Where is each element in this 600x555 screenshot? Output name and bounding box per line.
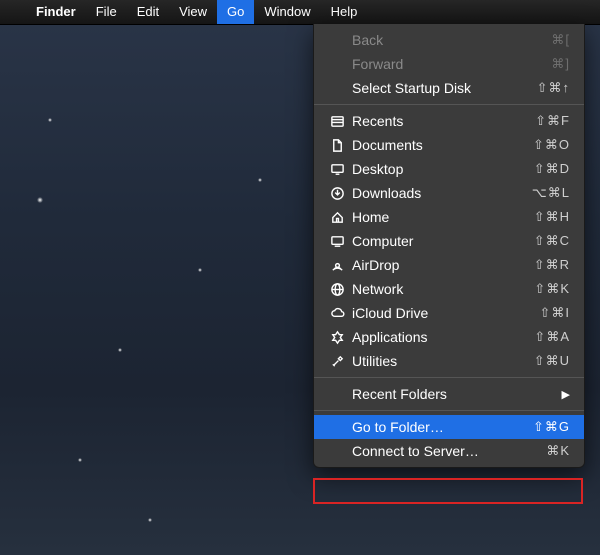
menubar: Finder File Edit View Go Window Help bbox=[0, 0, 600, 25]
menu-item-applications[interactable]: Applications ⇧⌘A bbox=[314, 325, 584, 349]
menu-separator bbox=[314, 410, 584, 411]
menu-item-computer[interactable]: Computer ⇧⌘C bbox=[314, 229, 584, 253]
menu-shortcut: ⌘] bbox=[551, 56, 570, 72]
menu-shortcut: ⇧⌘U bbox=[534, 353, 570, 369]
menu-separator bbox=[314, 377, 584, 378]
menu-shortcut: ⇧⌘F bbox=[535, 113, 570, 129]
menu-separator bbox=[314, 104, 584, 105]
menu-item-desktop[interactable]: Desktop ⇧⌘D bbox=[314, 157, 584, 181]
menubar-app[interactable]: Finder bbox=[26, 0, 86, 24]
menu-label: Forward bbox=[326, 56, 551, 72]
menubar-item-file[interactable]: File bbox=[86, 0, 127, 24]
menu-item-icloud[interactable]: iCloud Drive ⇧⌘I bbox=[314, 301, 584, 325]
menu-item-network[interactable]: Network ⇧⌘K bbox=[314, 277, 584, 301]
menu-item-airdrop[interactable]: AirDrop ⇧⌘R bbox=[314, 253, 584, 277]
go-menu-dropdown: Back ⌘[ Forward ⌘] Select Startup Disk ⇧… bbox=[313, 24, 585, 468]
menu-shortcut: ⇧⌘R bbox=[534, 257, 570, 273]
menu-item-documents[interactable]: Documents ⇧⌘O bbox=[314, 133, 584, 157]
airdrop-icon bbox=[326, 258, 348, 273]
menu-shortcut: ⇧⌘I bbox=[539, 305, 570, 321]
menu-shortcut: ⇧⌘H bbox=[534, 209, 570, 225]
menu-label: Home bbox=[348, 209, 534, 225]
utilities-icon bbox=[326, 354, 348, 369]
menu-label: Select Startup Disk bbox=[326, 80, 537, 96]
menubar-item-view[interactable]: View bbox=[169, 0, 217, 24]
menu-shortcut: ⌘[ bbox=[551, 32, 570, 48]
menu-item-downloads[interactable]: Downloads ⌥⌘L bbox=[314, 181, 584, 205]
menubar-item-go[interactable]: Go bbox=[217, 0, 254, 24]
menu-label: Utilities bbox=[348, 353, 534, 369]
desktop-icon bbox=[326, 162, 348, 177]
submenu-arrow-icon: ▶ bbox=[562, 388, 570, 401]
menu-label: Computer bbox=[348, 233, 534, 249]
menu-label: Documents bbox=[348, 137, 533, 153]
menu-shortcut: ⇧⌘O bbox=[533, 137, 570, 153]
menubar-item-window[interactable]: Window bbox=[254, 0, 320, 24]
menu-shortcut: ⇧⌘A bbox=[534, 329, 570, 345]
menu-label: Connect to Server… bbox=[326, 443, 546, 459]
menu-shortcut: ⇧⌘K bbox=[534, 281, 570, 297]
menu-label: Desktop bbox=[348, 161, 534, 177]
menu-item-home[interactable]: Home ⇧⌘H bbox=[314, 205, 584, 229]
applications-icon bbox=[326, 330, 348, 345]
menu-label: Applications bbox=[348, 329, 534, 345]
menu-item-recents[interactable]: Recents ⇧⌘F bbox=[314, 109, 584, 133]
menu-item-connect-to-server[interactable]: Connect to Server… ⌘K bbox=[314, 439, 584, 463]
menubar-item-edit[interactable]: Edit bbox=[127, 0, 169, 24]
menu-shortcut: ⇧⌘G bbox=[533, 419, 570, 435]
menu-label: Network bbox=[348, 281, 534, 297]
menu-item-forward: Forward ⌘] bbox=[314, 52, 584, 76]
menu-item-go-to-folder[interactable]: Go to Folder… ⇧⌘G bbox=[314, 415, 584, 439]
menu-label: Back bbox=[326, 32, 551, 48]
home-icon bbox=[326, 210, 348, 225]
menu-label: Recent Folders bbox=[326, 386, 562, 402]
menu-item-recent-folders[interactable]: Recent Folders ▶ bbox=[314, 382, 584, 406]
menubar-item-help[interactable]: Help bbox=[321, 0, 368, 24]
menu-label: Recents bbox=[348, 113, 535, 129]
menu-shortcut: ⇧⌘D bbox=[534, 161, 570, 177]
menu-item-utilities[interactable]: Utilities ⇧⌘U bbox=[314, 349, 584, 373]
menu-shortcut: ⌥⌘L bbox=[532, 185, 570, 201]
menu-shortcut: ⌘K bbox=[546, 443, 570, 459]
menu-shortcut: ⇧⌘C bbox=[534, 233, 570, 249]
menu-label: iCloud Drive bbox=[348, 305, 539, 321]
menu-label: AirDrop bbox=[348, 257, 534, 273]
menu-label: Downloads bbox=[348, 185, 532, 201]
menu-shortcut: ⇧⌘↑ bbox=[537, 80, 570, 96]
menu-label: Go to Folder… bbox=[326, 419, 533, 435]
menu-item-select-startup-disk[interactable]: Select Startup Disk ⇧⌘↑ bbox=[314, 76, 584, 100]
recents-icon bbox=[326, 114, 348, 129]
menu-item-back: Back ⌘[ bbox=[314, 28, 584, 52]
icloud-icon bbox=[326, 306, 348, 321]
network-icon bbox=[326, 282, 348, 297]
computer-icon bbox=[326, 234, 348, 249]
downloads-icon bbox=[326, 186, 348, 201]
documents-icon bbox=[326, 138, 348, 153]
annotation-highlight-box bbox=[313, 478, 583, 504]
